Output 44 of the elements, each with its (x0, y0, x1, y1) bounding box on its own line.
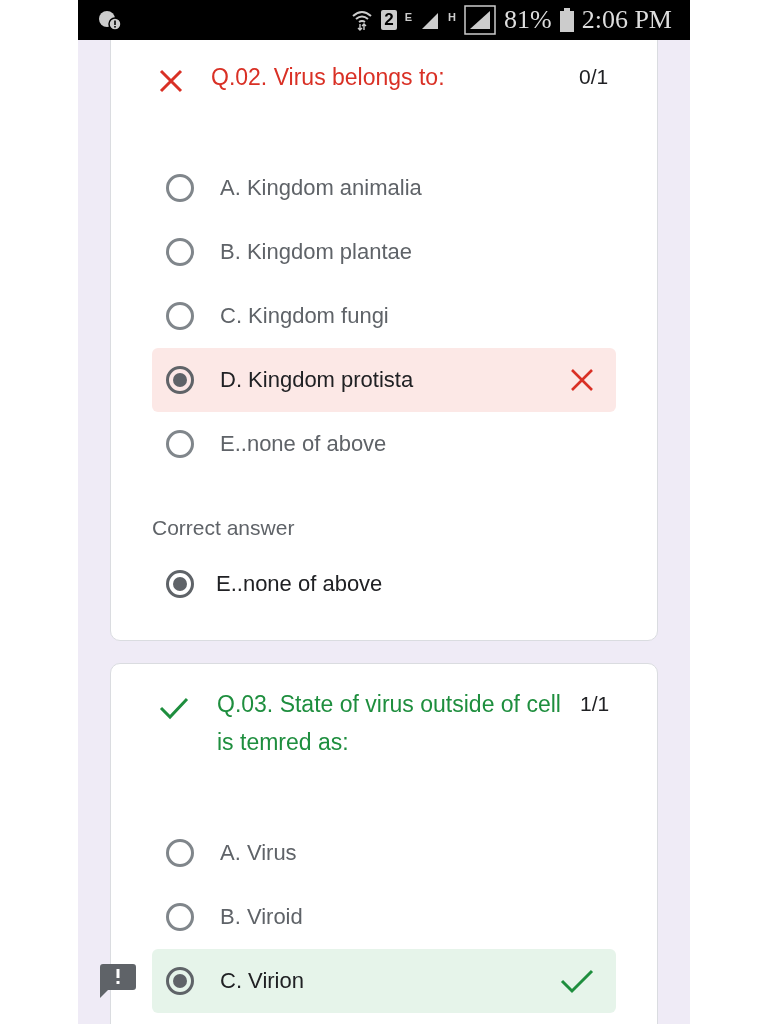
battery-icon (559, 8, 574, 32)
answer-option-highlight[interactable]: D. Kingdom protista (152, 348, 616, 412)
cross-icon (570, 368, 594, 392)
battery-percent: 81% (504, 5, 552, 35)
answer-option-highlight[interactable]: C. Virion (152, 949, 616, 1013)
option-label: E..none of above (220, 431, 388, 457)
sim-label: 2 (381, 10, 397, 30)
signal-icon (464, 5, 496, 35)
clock: 2:06 PM (581, 5, 672, 35)
answer-option[interactable]: A. Kingdom animalia (152, 156, 616, 220)
network-type: E (404, 11, 413, 23)
question-title: Q.02. Virus belongs to: (211, 63, 446, 92)
answer-option[interactable]: A. Virus (152, 821, 616, 885)
radio-button[interactable] (166, 967, 194, 995)
check-icon (159, 696, 189, 720)
radio-button[interactable] (166, 903, 194, 931)
option-label: A. Kingdom animalia (220, 175, 423, 201)
answer-option[interactable]: B. Kingdom plantae (152, 220, 616, 284)
option-label: D. Kingdom protista (220, 367, 415, 393)
check-icon (560, 968, 594, 994)
feedback-icon[interactable] (100, 964, 136, 998)
answer-option[interactable]: E..none of above (152, 412, 616, 476)
option-label: C. Kingdom fungi (220, 303, 390, 329)
option-label: B. Viroid (220, 904, 304, 930)
answer-option[interactable]: B. Viroid (152, 885, 616, 949)
radio-button[interactable] (166, 366, 194, 394)
radio-button[interactable] (166, 302, 194, 330)
score: 0/1 (579, 65, 610, 89)
question-title: Q.03. State of virus outside of cell is temred as: (217, 690, 562, 757)
cross-icon (159, 69, 183, 93)
correct-answer-heading: Correct answer (152, 516, 296, 540)
option-label: C. Virion (220, 968, 305, 994)
option-label: B. Kingdom plantae (220, 239, 414, 265)
radio-button[interactable] (166, 839, 194, 867)
network-type: H (448, 11, 456, 23)
correct-answer: E..none of above (216, 571, 384, 597)
radio-button[interactable] (166, 430, 194, 458)
radio-button[interactable] (166, 174, 194, 202)
score: 1/1 (580, 692, 611, 716)
answer-option[interactable]: C. Kingdom fungi (152, 284, 616, 348)
wifi-icon (351, 9, 374, 31)
radio-button[interactable] (166, 238, 194, 266)
option-label: A. Virus (220, 840, 298, 866)
alert-icon (98, 9, 122, 31)
